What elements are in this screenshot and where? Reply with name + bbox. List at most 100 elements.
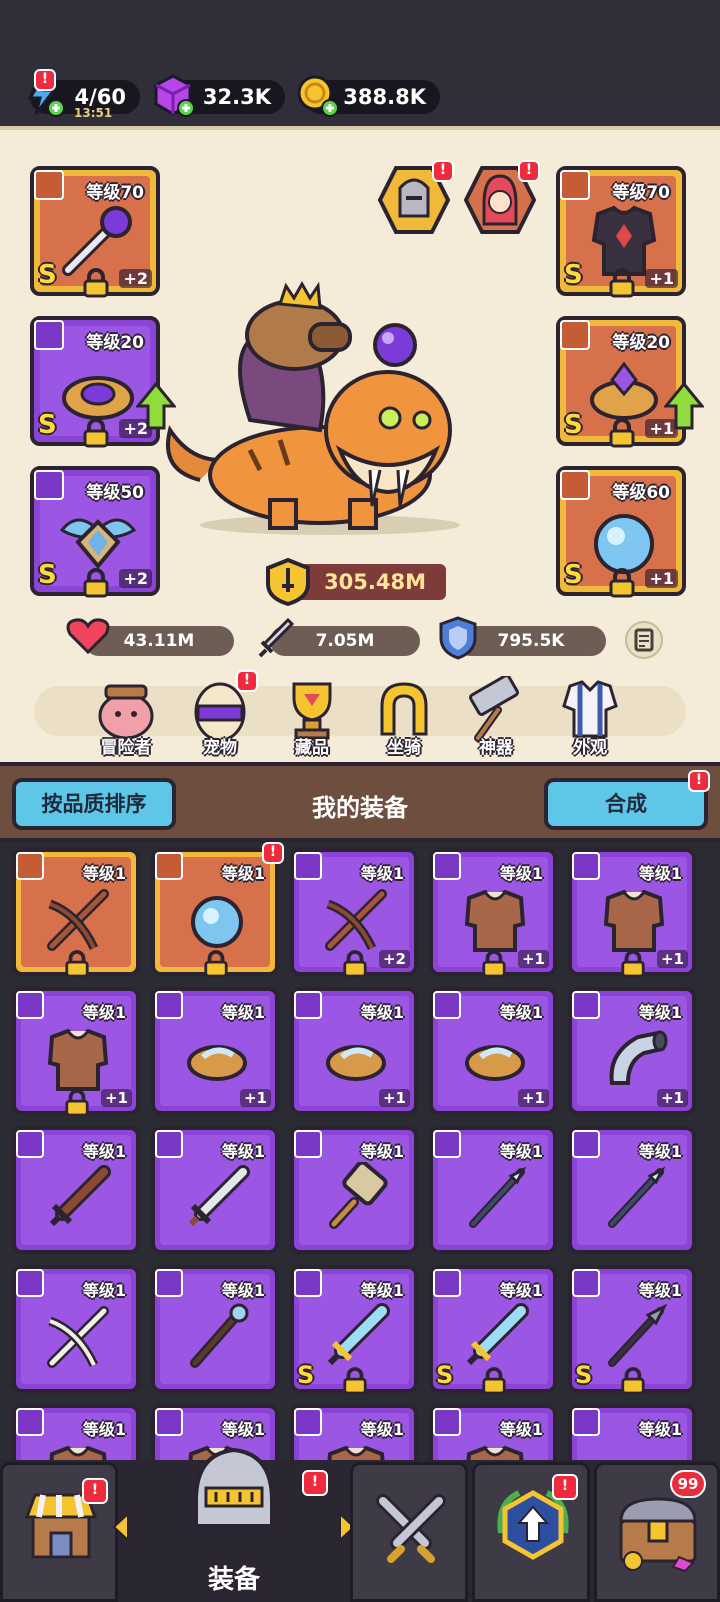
inventory-item[interactable]: 等级1 <box>290 1404 418 1460</box>
menu-mount[interactable]: 坐骑 <box>366 676 442 758</box>
shop-alert-badge: ! <box>82 1478 108 1504</box>
ice-orb-icon <box>191 896 243 948</box>
leather-armor-icon <box>47 1028 109 1091</box>
inventory-item[interactable]: 等级1 +2 <box>290 848 418 978</box>
equip-slot-necklace2[interactable]: 等级60 S +1 <box>556 466 686 598</box>
slot-level: 等级70 <box>612 183 670 203</box>
item-level: 等级1 <box>360 1003 404 1022</box>
leather-armor-icon <box>603 889 665 952</box>
inventory-item[interactable]: 等级1 S <box>429 1265 557 1395</box>
armor-type-icon <box>16 1408 44 1436</box>
item-plus: +1 <box>656 1089 688 1107</box>
inventory-item[interactable]: 等级1 <box>290 1126 418 1254</box>
inventory-item[interactable]: 等级1 <box>568 1404 696 1460</box>
tab-battle[interactable] <box>350 1462 468 1602</box>
slot-level: 等级70 <box>86 183 144 203</box>
leather-armor-icon <box>49 1445 107 1460</box>
details-list-icon[interactable] <box>624 620 664 660</box>
heart-icon <box>66 618 110 655</box>
dark-spear-icon <box>608 1303 668 1367</box>
ring-icon <box>465 1045 525 1081</box>
leather-armor-icon <box>327 1445 385 1460</box>
slot-plus: +1 <box>645 569 678 588</box>
merge-button[interactable]: 合成 <box>544 778 708 830</box>
menu-mount-label: 坐骑 <box>387 738 421 758</box>
lock-icon <box>65 1089 89 1117</box>
menu-artifact[interactable]: 神器 <box>458 674 534 758</box>
inventory-item[interactable]: 等级1 +1 <box>290 987 418 1115</box>
item-level: 等级1 <box>82 864 126 883</box>
item-level: 等级1 <box>221 1281 265 1300</box>
pet-alert-badge: ! <box>236 670 258 692</box>
inventory-item[interactable]: 等级1 <box>12 848 140 978</box>
item-level: 等级1 <box>221 864 265 883</box>
item-level: 等级1 <box>82 1420 126 1439</box>
equip-slot-armor[interactable]: 等级70 S +1 <box>556 166 686 298</box>
sword-type-icon <box>572 1269 600 1297</box>
inventory-item[interactable]: 等级1 <box>429 1404 557 1460</box>
coins-counter[interactable]: 388.8K <box>297 75 440 117</box>
merge-alert-badge: ! <box>688 770 710 792</box>
equip-slot-necklace[interactable]: 等级50 S +2 <box>30 466 160 598</box>
inventory-grid: 等级1 等级1 等级1 +2 等级1 +1 等级1 +1 等级1 +1 等级1 +1 等级1 +1 等级1 +… <box>0 842 720 1460</box>
crossbow-icon <box>47 889 109 951</box>
hero1-alert-badge: ! <box>432 160 454 182</box>
necklace-type-icon <box>572 991 600 1019</box>
energy-alert-badge: ! <box>34 69 56 91</box>
inventory-item[interactable]: 等级1 +1 <box>568 848 696 978</box>
sword-type-icon <box>433 1269 461 1297</box>
sword-type-icon <box>294 1269 322 1297</box>
equipment-alert-badge: ! <box>302 1470 328 1496</box>
inventory-item[interactable]: 等级1 S <box>290 1265 418 1395</box>
item-plus: +1 <box>378 1089 410 1107</box>
menu-appearance[interactable]: 外观 <box>552 676 628 758</box>
gem-cube-icon <box>154 74 195 117</box>
inventory-item[interactable]: 等级1 +1 <box>151 987 279 1115</box>
ring-type-icon <box>560 320 590 350</box>
inventory-item[interactable]: 等级1 +1 <box>429 848 557 978</box>
ring-type-icon <box>294 991 322 1019</box>
lock-icon <box>343 950 367 978</box>
inventory-item[interactable]: 等级1 +1 <box>429 987 557 1115</box>
inventory-item[interactable]: 等级1 <box>151 848 279 978</box>
lock-icon <box>621 950 645 978</box>
gems-value: 32.3K <box>202 85 271 109</box>
upgrade-arrow-icon <box>136 382 176 430</box>
chest-count-badge: 99 <box>670 1470 706 1498</box>
slot-plus: +2 <box>119 269 152 288</box>
inventory-item[interactable]: 等级1 <box>151 1126 279 1254</box>
inventory-item[interactable]: 等级1 <box>12 1126 140 1254</box>
bone-crossbow-icon <box>47 1306 109 1368</box>
gems-counter[interactable]: 32.3K <box>154 74 285 117</box>
item-level: 等级1 <box>221 1420 265 1439</box>
energy-timer: 13:51 <box>74 106 113 120</box>
menu-collection[interactable]: 藏品 <box>274 676 350 758</box>
hero-character[interactable] <box>160 280 480 540</box>
wooden-sword-icon <box>49 1165 111 1227</box>
equip-slot-weapon[interactable]: 等级70 S +2 <box>30 166 160 298</box>
slot-grade: S <box>564 410 583 440</box>
lock-icon <box>83 568 109 598</box>
lock-icon <box>482 1367 506 1395</box>
upgrade-alert-badge: ! <box>552 1474 578 1500</box>
ring-type-icon <box>572 1408 600 1436</box>
armor-type-icon <box>572 852 600 880</box>
slot-grade: S <box>38 260 57 290</box>
armor-type-icon <box>433 852 461 880</box>
inventory-item[interactable]: 等级1 <box>12 1265 140 1393</box>
sort-by-quality-button[interactable]: 按品质排序 <box>12 778 176 830</box>
inventory-item[interactable]: 等级1 +1 <box>12 987 140 1117</box>
spear-icon <box>469 1166 527 1228</box>
menu-adventurer[interactable]: 冒险者 <box>88 676 164 758</box>
item-plus: +1 <box>517 1089 549 1107</box>
inventory-item[interactable]: 等级1 <box>429 1126 557 1254</box>
inventory-item[interactable]: 等级1 <box>151 1265 279 1393</box>
inventory-item[interactable]: 等级1 <box>568 1126 696 1254</box>
lock-icon <box>482 950 506 978</box>
inventory-item[interactable]: 等级1 <box>12 1404 140 1460</box>
inventory-item[interactable]: 等级1 +1 <box>568 987 696 1115</box>
inventory-item[interactable]: 等级1 S <box>568 1265 696 1395</box>
lock-icon <box>609 418 635 448</box>
hp-value: 43.11M <box>123 631 195 651</box>
menu-adventurer-label: 冒险者 <box>100 738 152 758</box>
